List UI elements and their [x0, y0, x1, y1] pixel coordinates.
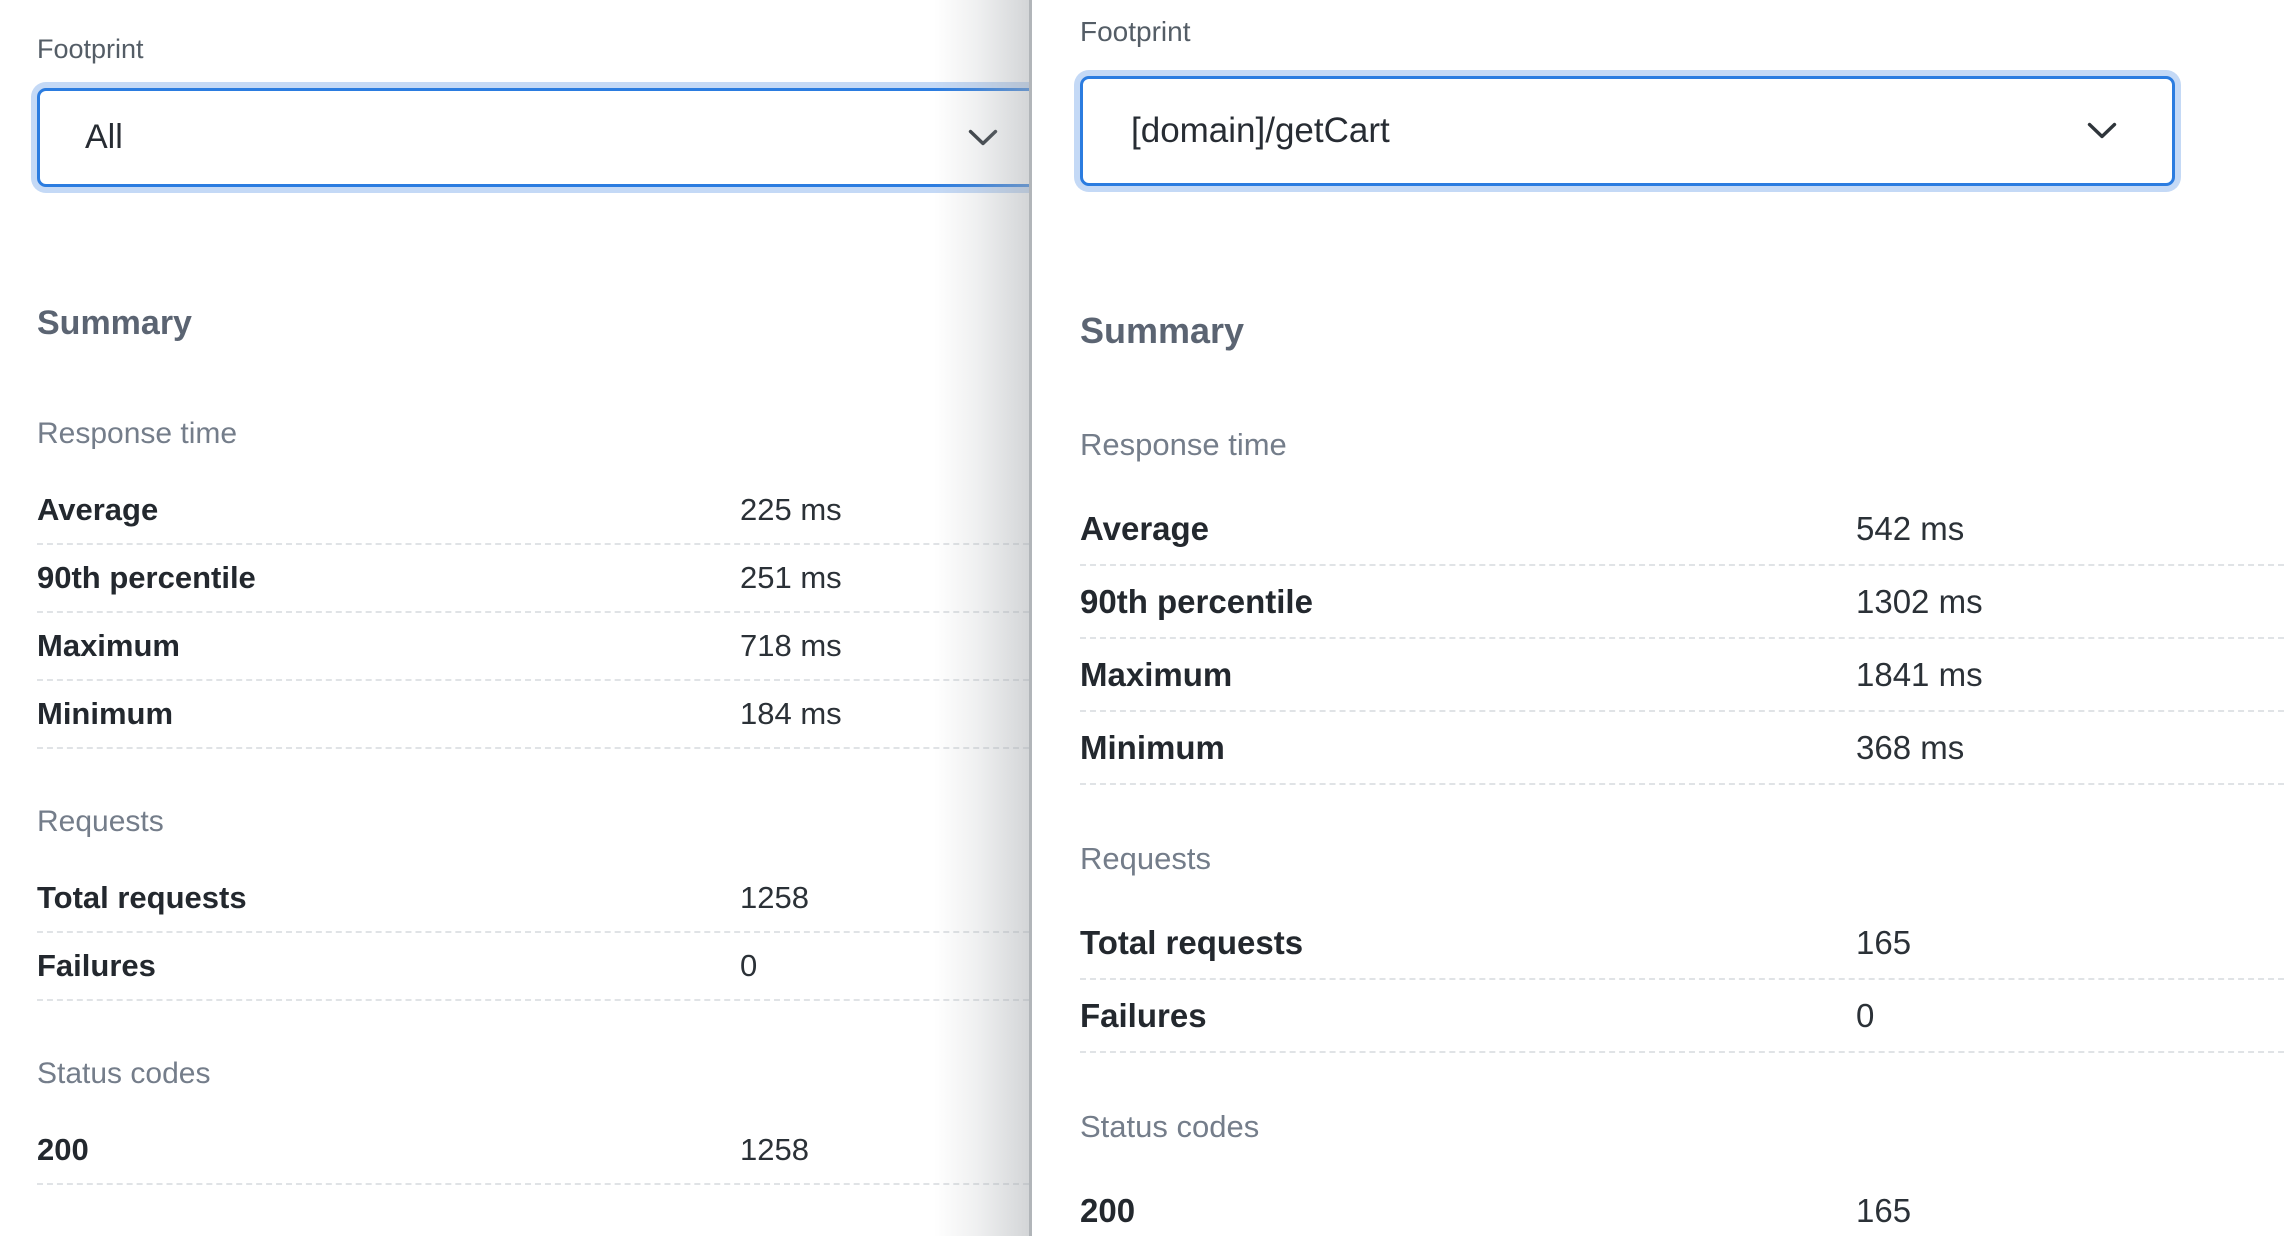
panel-divider: [1029, 0, 1032, 1236]
metric-label: Average: [1080, 510, 1856, 548]
summary-title: Summary: [37, 301, 1029, 345]
metric-row: Failures0: [37, 933, 1029, 1001]
metric-value: 251 ms: [740, 560, 842, 596]
metric-label: Total requests: [37, 880, 740, 916]
comparison-stage: Footprint All Summary Response time Avera…: [0, 0, 2284, 1236]
metric-label: Total requests: [1080, 924, 1856, 962]
metric-label: Average: [37, 492, 740, 528]
metric-rows: 200165: [1080, 1175, 2284, 1236]
metric-label: Minimum: [37, 696, 740, 732]
metric-label: 90th percentile: [37, 560, 740, 596]
metric-rows: Average225 ms90th percentile251 msMaximu…: [37, 477, 1029, 749]
section-heading: Response time: [37, 415, 1029, 453]
section-heading: Requests: [1080, 839, 2284, 879]
metric-label: 90th percentile: [1080, 583, 1856, 621]
metric-row: 90th percentile1302 ms: [1080, 566, 2284, 639]
footprint-panel-getcart: Footprint [domain]/getCart Summary Respo…: [1032, 0, 2284, 1236]
section-heading: Response time: [1080, 425, 2284, 465]
metric-row: Minimum184 ms: [37, 681, 1029, 749]
metric-rows: 2001258: [37, 1117, 1029, 1185]
footprint-panel-all: Footprint All Summary Response time Avera…: [0, 0, 1029, 1236]
metric-value: 0: [740, 948, 757, 984]
summary-sections: Response timeAverage225 ms90th percentil…: [37, 415, 1029, 1185]
metric-value: 0: [1856, 997, 1874, 1035]
metric-row: Average542 ms: [1080, 493, 2284, 566]
metric-value: 165: [1856, 1192, 1911, 1230]
metric-row: Average225 ms: [37, 477, 1029, 545]
metric-value: 718 ms: [740, 628, 842, 664]
footprint-label: Footprint: [37, 34, 1029, 64]
footprint-select[interactable]: [domain]/getCart: [1080, 76, 2175, 186]
metric-value: 1841 ms: [1856, 656, 1983, 694]
section-heading: Requests: [37, 803, 1029, 841]
metric-row: 90th percentile251 ms: [37, 545, 1029, 613]
footprint-select-value: All: [85, 118, 123, 157]
metric-label: Minimum: [1080, 729, 1856, 767]
metric-row: 2001258: [37, 1117, 1029, 1185]
footprint-select[interactable]: All: [37, 88, 1029, 187]
metric-label: Failures: [37, 948, 740, 984]
footprint-select-value: [domain]/getCart: [1131, 111, 1390, 151]
metric-label: 200: [1080, 1192, 1856, 1230]
metric-row: Maximum1841 ms: [1080, 639, 2284, 712]
metric-row: Maximum718 ms: [37, 613, 1029, 681]
metric-value: 165: [1856, 924, 1911, 962]
summary-sections: Response timeAverage542 ms90th percentil…: [1080, 425, 2284, 1236]
summary-title: Summary: [1080, 308, 2284, 354]
chevron-down-icon: [2087, 122, 2117, 140]
footprint-label: Footprint: [1080, 16, 2284, 48]
metric-row: Minimum368 ms: [1080, 712, 2284, 785]
metric-row: 200165: [1080, 1175, 2284, 1236]
chevron-down-icon: [968, 129, 998, 147]
metric-value: 1302 ms: [1856, 583, 1983, 621]
metric-label: Maximum: [37, 628, 740, 664]
metric-value: 1258: [740, 1132, 809, 1168]
metric-label: Failures: [1080, 997, 1856, 1035]
metric-row: Total requests1258: [37, 865, 1029, 933]
section-heading: Status codes: [1080, 1107, 2284, 1147]
metric-value: 225 ms: [740, 492, 842, 528]
metric-value: 368 ms: [1856, 729, 1964, 767]
metric-value: 1258: [740, 880, 809, 916]
metric-row: Failures0: [1080, 980, 2284, 1053]
metric-label: 200: [37, 1132, 740, 1168]
metric-value: 542 ms: [1856, 510, 1964, 548]
metric-label: Maximum: [1080, 656, 1856, 694]
section-heading: Status codes: [37, 1055, 1029, 1093]
metric-rows: Total requests165Failures0: [1080, 907, 2284, 1053]
metric-value: 184 ms: [740, 696, 842, 732]
metric-rows: Total requests1258Failures0: [37, 865, 1029, 1001]
metric-row: Total requests165: [1080, 907, 2284, 980]
metric-rows: Average542 ms90th percentile1302 msMaxim…: [1080, 493, 2284, 785]
